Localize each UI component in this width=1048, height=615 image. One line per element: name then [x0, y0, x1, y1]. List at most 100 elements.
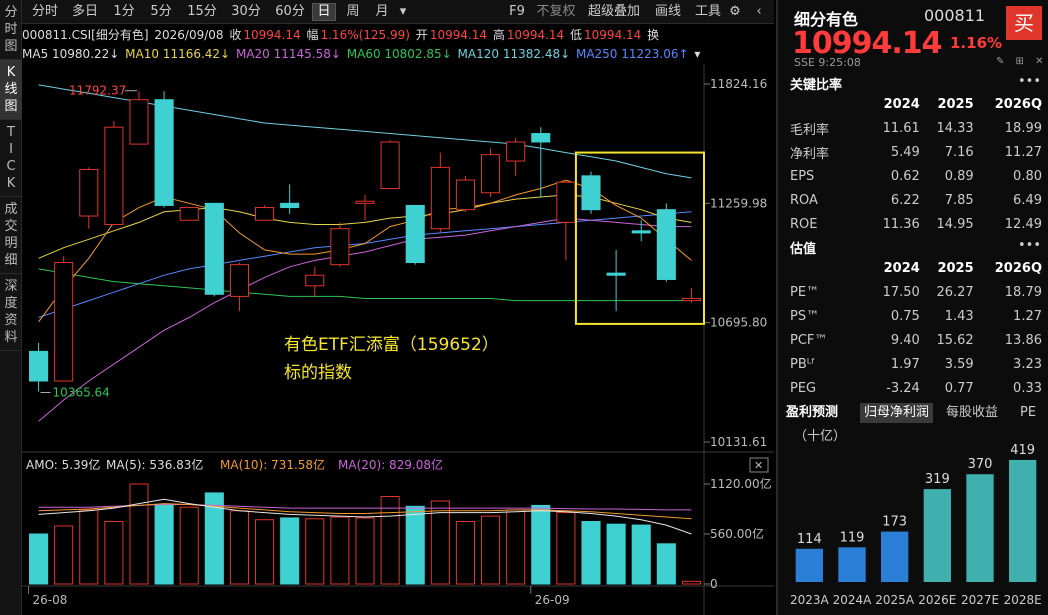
valuation-value: 13.86: [1004, 332, 1042, 348]
key-ratio-label: EPS: [790, 168, 815, 184]
left-tab-4[interactable]: 深度资料: [0, 274, 22, 351]
volume-bar: [179, 506, 199, 585]
volume-bar: [656, 543, 676, 585]
forecast-bar-chart: 114 2023A 119 2024A 173 2025A 319 2026E 370 2027E…: [790, 443, 1042, 607]
vol-tick-label: 560.00亿: [710, 526, 764, 541]
valuation-value: 0.75: [890, 308, 920, 324]
forecast-tab-1[interactable]: 归母净利润: [860, 403, 934, 423]
table-row: ROA 6.22 7.85 6.49: [790, 188, 1042, 212]
volume-bar: [556, 512, 576, 585]
valuation-year-1: 2025: [937, 260, 974, 276]
candle-body: [581, 175, 601, 211]
overlay-text-line1: 有色ETF汇添富（159652）: [284, 335, 499, 355]
period-tab-3[interactable]: 5分: [146, 3, 176, 21]
key-ratio-label: ROA: [790, 192, 818, 208]
period-tab-5[interactable]: 30分: [228, 3, 264, 21]
period-tab-1[interactable]: 多日: [68, 3, 102, 21]
candle-body: [79, 168, 99, 217]
right-info-panel: 细分有色 000811 买 10994.14 1.16% SSE 9:25:08…: [776, 0, 1048, 615]
candle-body: [355, 200, 375, 204]
forecast-category-label: 2023A: [790, 593, 830, 607]
toolbar-right-0[interactable]: F9: [506, 3, 528, 21]
valuation-value: 1.43: [944, 308, 974, 324]
forecast-value-label: 114: [797, 532, 822, 547]
forecast-tab-2[interactable]: 每股收益: [946, 403, 998, 423]
left-tab-3[interactable]: 成交明细: [0, 197, 22, 274]
toolbar-right-3[interactable]: 画线: [650, 3, 686, 21]
key-ratio-value: 18.99: [1004, 120, 1042, 136]
valuation-more-icon[interactable]: •••: [1018, 238, 1041, 253]
table-row: PBᴸᶠ 1.97 3.59 3.23: [790, 352, 1042, 376]
valuation-label: PCF™: [790, 332, 828, 348]
candle-body: [606, 272, 626, 276]
period-tab-4[interactable]: 15分: [184, 3, 220, 21]
volume-bar: [355, 517, 375, 585]
key-ratio-value: 6.22: [890, 192, 920, 208]
low-value: 10994.14: [584, 28, 642, 42]
ma120-legend: MA120 11382.48↓: [457, 47, 571, 61]
candle-body: [229, 264, 249, 297]
low-label: 低: [570, 28, 583, 42]
close-label: 收: [229, 28, 242, 42]
key-ratios-more-icon[interactable]: •••: [1018, 74, 1041, 89]
date-tick-label: 26-09: [535, 593, 570, 607]
volume-bar: [154, 504, 174, 585]
forecast-category-label: 2027E: [961, 593, 999, 607]
toolbar-right-1[interactable]: 不复权: [534, 3, 578, 21]
collapse-icon[interactable]: ‹: [750, 3, 768, 21]
table-row: PE™ 17.50 26.27 18.79: [790, 280, 1042, 304]
table-row: PEG -3.24 0.77 0.33: [790, 376, 1042, 400]
ma5-legend: MA5 10980.22↓: [22, 47, 120, 61]
candle-body: [681, 298, 701, 302]
vol-ma5-label: MA(5): 536.83亿: [106, 457, 203, 472]
quote-header: 细分有色 000811 买 10994.14 1.16% SSE 9:25:08…: [778, 0, 1048, 72]
period-tab-7[interactable]: 日: [312, 3, 336, 21]
period-tab-8[interactable]: 周: [340, 3, 366, 21]
valuation-value: 18.79: [1004, 284, 1042, 300]
more-info[interactable]: 换: [647, 28, 659, 42]
valuation-value: 1.97: [890, 356, 920, 372]
candle-body: [556, 181, 576, 223]
forecast-tab-3[interactable]: PE: [1020, 403, 1036, 423]
period-tab-2[interactable]: 1分: [110, 3, 138, 21]
candle-body: [29, 350, 49, 382]
period-tab-0[interactable]: 分时: [28, 3, 62, 21]
candle-body: [204, 202, 224, 295]
forecast-category-label: 2026E: [918, 593, 956, 607]
valuation-value: 17.50: [882, 284, 920, 300]
volume-bar: [129, 483, 149, 585]
left-tab-2[interactable]: TICK: [0, 120, 22, 197]
ma20-line: [38, 217, 692, 422]
header-tool-icons[interactable]: ✎ ⊞ ✕: [996, 56, 1048, 67]
candle-body: [305, 274, 325, 287]
ma-dropdown-icon[interactable]: ▾: [694, 47, 700, 61]
kline-chart[interactable]: 11824.16 11259.98 10695.80 10131.61 11792.37…: [22, 64, 774, 615]
toolbar-right-2[interactable]: 超级叠加: [584, 3, 644, 21]
gear-icon[interactable]: ⚙: [726, 3, 744, 21]
key-ratio-label: 毛利率: [790, 122, 830, 138]
ma10-legend: MA10 11166.42↓: [125, 47, 231, 61]
high-label: 高: [492, 28, 505, 42]
left-tab-0[interactable]: 分时图: [0, 0, 22, 60]
buy-button[interactable]: 买: [1006, 6, 1042, 40]
forecast-bar: [966, 474, 994, 582]
close-volume-pane-glyph: ✕: [754, 459, 763, 472]
valuation-header-row: 2024 2025 2026Q: [790, 256, 1042, 280]
key-ratio-value: 0.89: [944, 168, 974, 184]
volume-bar: [79, 509, 99, 585]
candle-body: [631, 230, 651, 234]
key-ratio-value: 6.49: [1013, 192, 1042, 208]
period-tab-9[interactable]: 月: [370, 3, 394, 21]
period-tab-10[interactable]: ▾: [396, 3, 410, 21]
valuation-label: PEG: [790, 380, 817, 396]
ma250-line: [38, 211, 692, 318]
forecast-bar: [838, 547, 866, 582]
candle-body: [255, 207, 275, 221]
left-tab-1[interactable]: K线图: [0, 60, 22, 120]
period-tab-6[interactable]: 60分: [272, 3, 308, 21]
period-toolbar: 分时 多日 1分 5分 15分 30分 60分日周月 ▾ F9 不复权 超级叠加 画线 工具 ⚙ ‹: [22, 0, 774, 24]
forecast-value-label: 419: [1010, 443, 1035, 458]
table-row: EPS 0.62 0.89 0.80: [790, 164, 1042, 188]
volume-bar: [29, 533, 49, 585]
toolbar-right-4[interactable]: 工具: [692, 3, 724, 21]
